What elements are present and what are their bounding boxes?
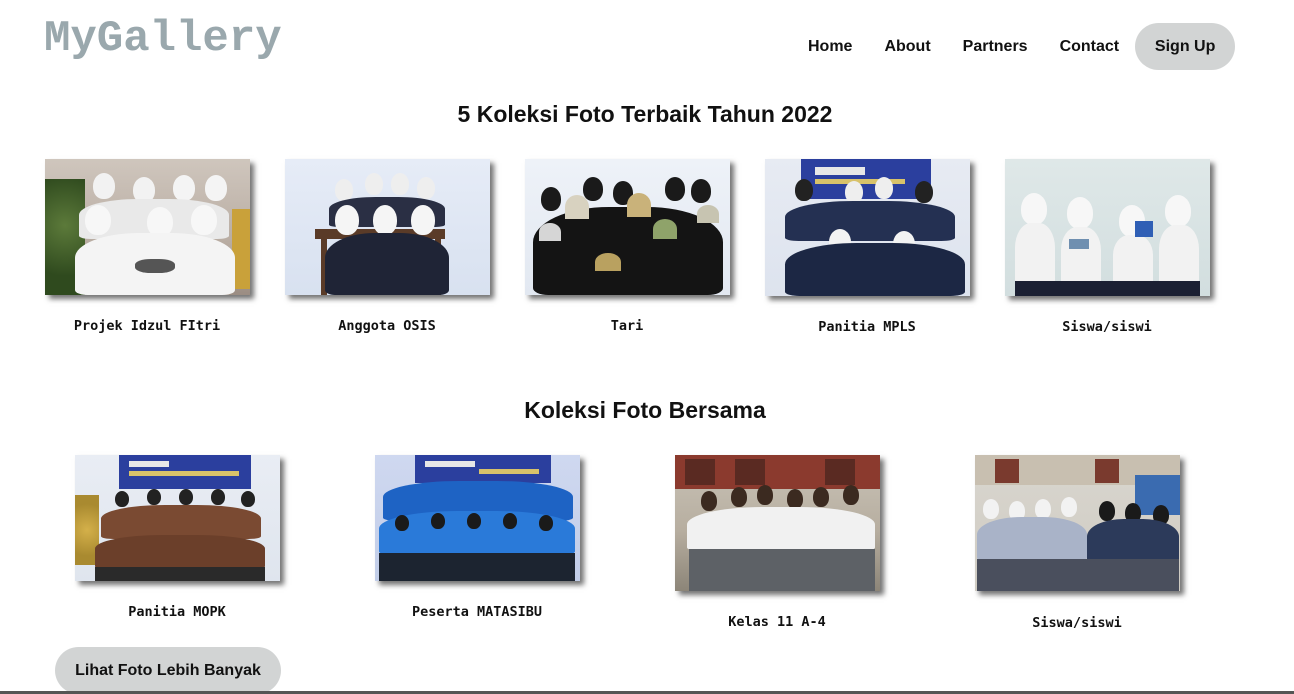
caption: Tari <box>610 318 644 334</box>
gallery-card[interactable]: Panitia MPLS <box>765 159 970 335</box>
gallery-card[interactable]: Peserta MATASIBU <box>375 455 580 620</box>
photo-peserta-matasibu[interactable] <box>375 455 580 581</box>
gallery-card[interactable]: Siswa/siswi <box>1005 159 1210 335</box>
nav-partners[interactable]: Partners <box>947 38 1044 56</box>
view-more-button[interactable]: Lihat Foto Lebih Banyak <box>55 647 281 694</box>
gallery-card[interactable]: Siswa/siswi <box>975 455 1180 631</box>
photo-panitia-mpls[interactable] <box>765 159 970 296</box>
section-group-title: Koleksi Foto Bersama <box>524 397 766 423</box>
photo-projek-idzul-fitri[interactable] <box>45 159 250 295</box>
caption: Peserta MATASIBU <box>411 604 543 620</box>
caption: Siswa/siswi <box>1062 319 1152 335</box>
site-logo[interactable]: MyGallery <box>44 14 282 64</box>
photo-anggota-osis[interactable] <box>285 159 490 295</box>
caption: Siswa/siswi <box>1032 615 1122 631</box>
photo-kelas-11-a4[interactable] <box>675 455 880 591</box>
gallery-card[interactable]: Projek Idzul FItri <box>45 159 250 334</box>
nav-about[interactable]: About <box>868 38 946 56</box>
nav-home[interactable]: Home <box>792 38 868 56</box>
main-nav: Home About Partners Contact Sign Up <box>792 23 1236 70</box>
photo-panitia-mopk[interactable] <box>75 455 280 581</box>
caption: Kelas 11 A-4 <box>728 614 826 630</box>
photo-siswa-siswi-2[interactable] <box>975 455 1180 591</box>
caption: Projek Idzul FItri <box>73 318 221 334</box>
signup-button[interactable]: Sign Up <box>1135 23 1236 70</box>
gallery-card[interactable]: Tari <box>525 159 730 334</box>
nav-contact[interactable]: Contact <box>1044 38 1136 56</box>
photo-siswa-siswi-1[interactable] <box>1005 159 1210 296</box>
caption: Panitia MPLS <box>818 319 916 335</box>
caption: Panitia MOPK <box>128 604 226 620</box>
gallery-card[interactable]: Anggota OSIS <box>285 159 490 334</box>
photo-tari[interactable] <box>525 159 730 295</box>
caption: Anggota OSIS <box>338 318 436 334</box>
gallery-card[interactable]: Kelas 11 A-4 <box>675 455 880 630</box>
gallery-card[interactable]: Panitia MOPK <box>75 455 280 620</box>
section-best-title: 5 Koleksi Foto Terbaik Tahun 2022 <box>457 101 833 127</box>
